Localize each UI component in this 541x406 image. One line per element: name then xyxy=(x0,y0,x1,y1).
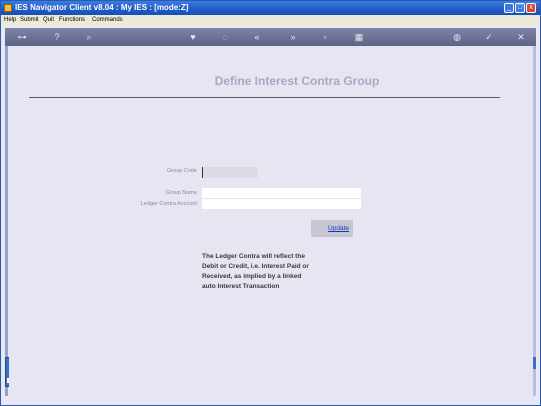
ledger-contra-label: Ledger Contra Account xyxy=(140,201,197,207)
check-icon[interactable]: ✓ xyxy=(483,28,495,46)
close-icon[interactable]: ✕ xyxy=(515,28,527,46)
minimize-button[interactable]: _ xyxy=(504,3,514,13)
app-window: IES Navigator Client v8.04 : My IES : [m… xyxy=(0,0,541,406)
menu-commands[interactable]: Commands xyxy=(92,15,123,26)
maximize-button[interactable]: □ xyxy=(515,3,525,13)
note-line: Received, as implied by a linked xyxy=(202,273,302,280)
key-icon[interactable]: ⊶ xyxy=(13,28,31,46)
app-icon xyxy=(4,4,12,12)
heart-icon[interactable]: ♥ xyxy=(187,28,199,46)
title-divider xyxy=(29,97,500,98)
window-title: IES Navigator Client v8.04 : My IES : [m… xyxy=(15,3,189,12)
menu-functions[interactable]: Functions xyxy=(59,15,85,26)
note-line: The Ledger Contra will reflect the xyxy=(202,253,305,260)
back-icon[interactable]: « xyxy=(251,28,263,46)
group-code-input[interactable] xyxy=(202,167,258,178)
page-icon[interactable]: ▫ xyxy=(319,28,331,46)
menu-bar: Help Submit Quit Functions Commands xyxy=(1,15,540,26)
update-button[interactable]: Update xyxy=(311,220,353,237)
note-line: Debit or Credit, i.e. Interest Paid or xyxy=(202,263,309,270)
history-icon[interactable]: ◌ xyxy=(219,28,231,46)
menu-submit[interactable]: Submit xyxy=(20,15,39,26)
menu-quit[interactable]: Quit xyxy=(43,15,54,26)
ledger-contra-input[interactable] xyxy=(202,199,361,209)
title-bar[interactable]: IES Navigator Client v8.04 : My IES : [m… xyxy=(1,1,540,15)
search-icon[interactable]: ⌕ xyxy=(83,28,95,46)
help-note: The Ledger Contra will reflect the Debit… xyxy=(202,252,352,292)
group-code-label: Group Code xyxy=(167,168,197,174)
right-sidebar xyxy=(533,46,536,396)
note-line: auto Interest Transaction xyxy=(202,283,280,290)
help-icon[interactable]: ? xyxy=(51,28,63,46)
menu-help[interactable]: Help xyxy=(4,15,16,26)
left-sidebar xyxy=(5,46,8,396)
main-content: Define Interest Contra Group Group Code … xyxy=(9,46,533,398)
group-name-input[interactable] xyxy=(202,188,361,198)
forward-icon[interactable]: » xyxy=(287,28,299,46)
close-window-button[interactable]: x xyxy=(526,3,536,13)
page-title: Define Interest Contra Group xyxy=(214,74,380,88)
group-name-label: Group Name xyxy=(165,190,198,196)
toolbar: ⊶ ? ⌕ ♥ ◌ « » ▫ ▦ ◍ ✓ ✕ xyxy=(5,28,536,46)
globe-icon[interactable]: ◍ xyxy=(451,28,463,46)
grid-icon[interactable]: ▦ xyxy=(353,28,365,46)
right-sidebar-tab[interactable] xyxy=(533,357,536,369)
